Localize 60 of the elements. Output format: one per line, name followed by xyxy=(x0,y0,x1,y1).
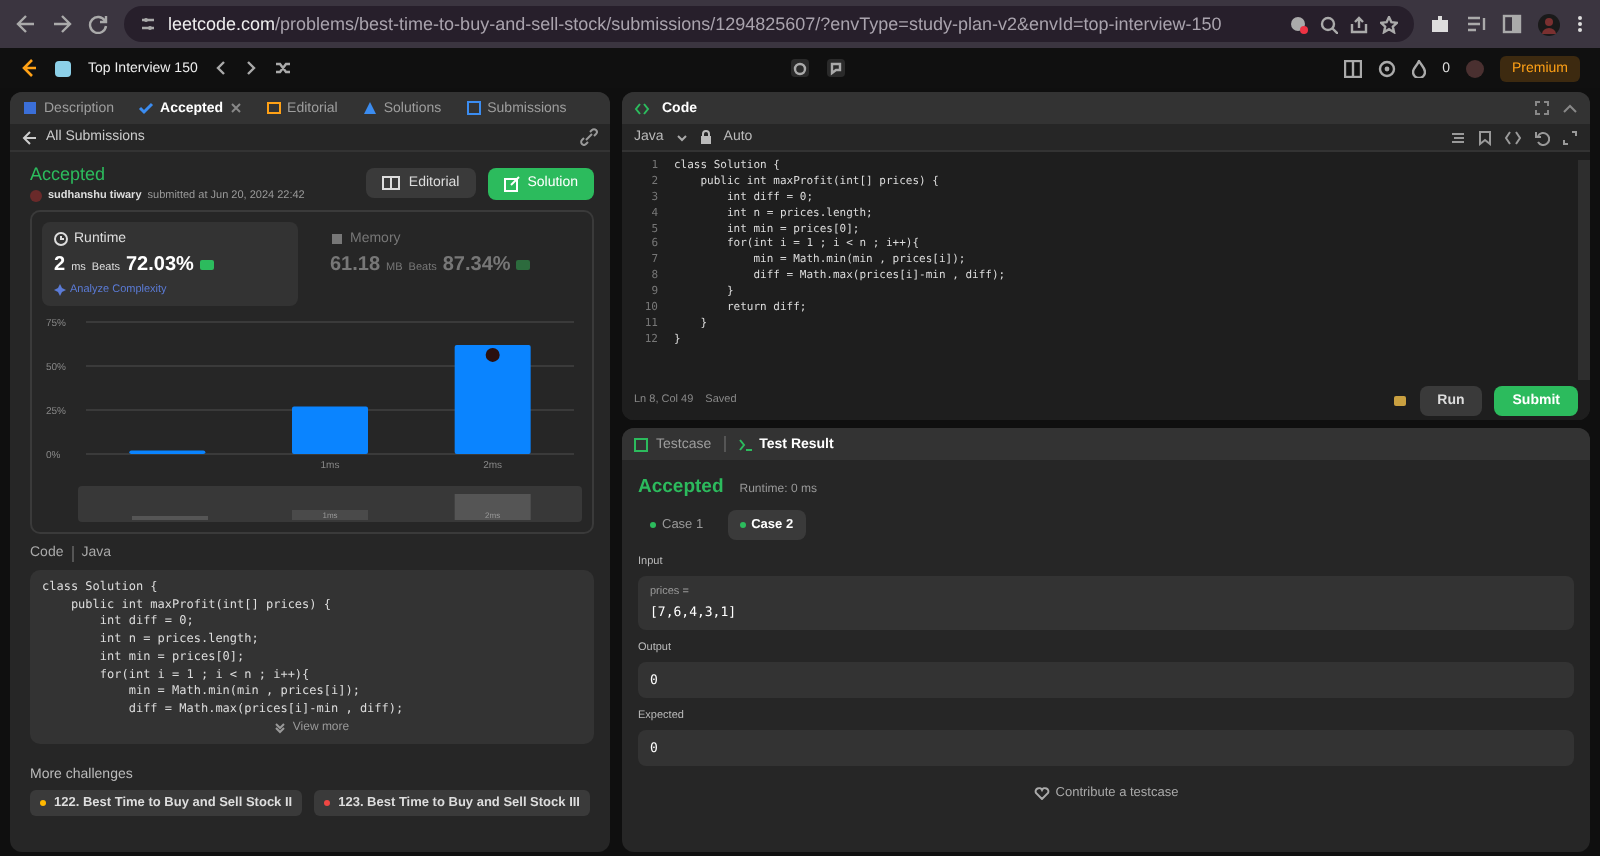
timer-icon[interactable] xyxy=(789,58,810,78)
user-avatar-icon xyxy=(30,190,42,202)
reset-icon[interactable] xyxy=(1534,129,1550,145)
tab-icon xyxy=(265,100,282,116)
back-icon[interactable] xyxy=(16,14,36,34)
beats-percent: 87.34% xyxy=(442,254,511,276)
close-icon[interactable] xyxy=(229,102,242,114)
stat-value: 2 xyxy=(54,254,66,276)
badge-icon xyxy=(516,260,531,270)
format-icon[interactable] xyxy=(1450,129,1466,145)
star-icon[interactable] xyxy=(1380,15,1398,33)
braces-icon[interactable] xyxy=(1504,129,1522,145)
settings-icon[interactable] xyxy=(1378,59,1397,77)
pass-dot xyxy=(739,522,746,528)
avatar-marker xyxy=(485,347,500,362)
media-icon[interactable] xyxy=(1466,14,1486,34)
url-text: leetcode.com/problems/best-time-to-buy-and-sell-stock/submissions/1294825607/?envType=study-plan-v2&envId=top-interview-150 xyxy=(168,14,1222,34)
side-panel-icon[interactable] xyxy=(1502,14,1522,34)
beats-percent: 72.03% xyxy=(125,254,194,276)
share-icon[interactable] xyxy=(1350,15,1368,33)
tab-icon xyxy=(138,100,155,116)
zoom-icon[interactable] xyxy=(1320,15,1338,33)
check-box-icon xyxy=(634,437,650,451)
edit-icon xyxy=(503,175,520,191)
sparkle-icon xyxy=(54,284,66,296)
clock-icon xyxy=(54,232,68,246)
submission-status: Accepted xyxy=(30,164,108,184)
fullscreen-icon[interactable] xyxy=(1562,129,1578,145)
link-icon[interactable] xyxy=(580,128,598,146)
tab-icon xyxy=(465,100,482,116)
collapse-icon[interactable] xyxy=(1562,102,1578,114)
extension-icon[interactable] xyxy=(1430,14,1450,34)
reload-icon[interactable] xyxy=(88,14,108,34)
logo-icon[interactable] xyxy=(20,58,38,78)
tab-icon xyxy=(361,100,378,116)
lock-icon xyxy=(699,130,712,144)
previous-icon[interactable] xyxy=(213,60,228,76)
site-info-icon[interactable] xyxy=(140,16,156,32)
badge-icon xyxy=(199,260,214,270)
shuffle-icon[interactable] xyxy=(273,60,292,76)
pass-dot xyxy=(650,522,656,528)
address-bar[interactable]: leetcode.com/problems/best-time-to-buy-and-sell-stock/submissions/1294825607/?envType=study-plan-v2&envId=top-interview-150 xyxy=(124,6,1414,42)
chevron-down-icon[interactable] xyxy=(675,133,688,141)
forward-icon[interactable] xyxy=(52,14,72,34)
bookmark-icon[interactable] xyxy=(1478,129,1492,145)
chevron-down-icon xyxy=(274,721,287,734)
result-status: Accepted xyxy=(638,476,724,498)
maximize-icon[interactable] xyxy=(1534,100,1550,116)
heart-icon xyxy=(1033,786,1050,800)
more-icon[interactable] xyxy=(1576,14,1584,34)
chart-bar[interactable] xyxy=(454,344,531,454)
stat-value: 61.18 xyxy=(330,254,381,276)
terminal-icon xyxy=(737,437,754,451)
code-icon xyxy=(634,101,650,115)
scrollbar[interactable] xyxy=(1578,160,1590,380)
back-arrow-icon[interactable] xyxy=(22,129,38,145)
tab-icon xyxy=(22,100,38,116)
next-icon[interactable] xyxy=(243,60,258,76)
layout-icon[interactable] xyxy=(1344,59,1363,77)
note-icon[interactable] xyxy=(825,58,846,78)
